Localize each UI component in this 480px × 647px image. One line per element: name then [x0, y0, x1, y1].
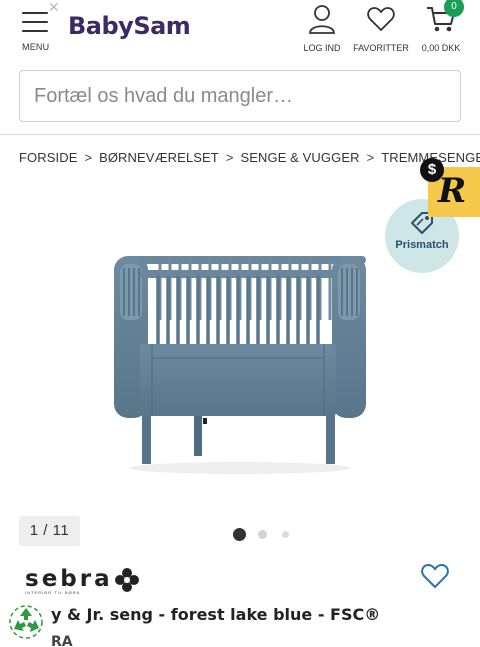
site-logo[interactable]: BabySam	[68, 12, 191, 40]
breadcrumb-separator: >	[225, 150, 234, 165]
image-pager: 1 / 11	[19, 516, 80, 546]
breadcrumb: FORSIDE>BØRNEVÆRELSET>SENGE & VUGGER>TRE…	[19, 150, 480, 165]
brand-flower-icon	[115, 568, 139, 592]
close-icon[interactable]: ✕	[48, 0, 60, 16]
favorites-button[interactable]: FAVORITTER	[352, 4, 410, 53]
dollar-icon[interactable]: $	[420, 158, 444, 182]
product-subline: RA	[51, 634, 73, 647]
search-box	[19, 70, 461, 122]
brand-name: sebra	[25, 566, 113, 592]
carousel-dot[interactable]	[282, 531, 289, 538]
product-title: y & Jr. seng - forest lake blue - FSC®	[51, 605, 381, 624]
header-divider	[0, 134, 480, 135]
menu-button[interactable]: ✕ MENU	[14, 0, 60, 56]
site-header: ✕ MENU BabySam LOG IND FAVORITTER 0,00 D…	[0, 0, 480, 62]
breadcrumb-separator: >	[366, 150, 375, 165]
breadcrumb-item-forside[interactable]: FORSIDE	[19, 150, 77, 165]
favorites-label: FAVORITTER	[353, 43, 409, 53]
cart-total: 0,00 DKK	[421, 43, 461, 53]
hamburger-icon	[22, 12, 48, 32]
user-icon	[309, 5, 335, 34]
login-label: LOG IND	[303, 43, 341, 53]
prismatch-label: Prismatch	[395, 239, 449, 251]
heart-icon	[367, 7, 395, 32]
breadcrumb-item-boernevaerelset[interactable]: BØRNEVÆRELSET	[99, 150, 219, 165]
breadcrumb-separator: >	[84, 150, 93, 165]
brand-logo[interactable]: sebra INTERIØR TIL BØRN	[25, 566, 113, 595]
extension-letter: R	[438, 171, 467, 211]
product-image-crib[interactable]	[100, 240, 380, 480]
recycle-icon[interactable]	[8, 604, 44, 640]
search-input[interactable]	[20, 71, 460, 121]
heart-outline-icon[interactable]	[420, 562, 450, 590]
carousel-dot[interactable]	[258, 530, 267, 539]
carousel-dot-active[interactable]	[233, 528, 246, 541]
login-button[interactable]: LOG IND	[300, 4, 344, 53]
breadcrumb-item-senge-vugger[interactable]: SENGE & VUGGER	[240, 150, 359, 165]
menu-label: MENU	[22, 42, 50, 52]
